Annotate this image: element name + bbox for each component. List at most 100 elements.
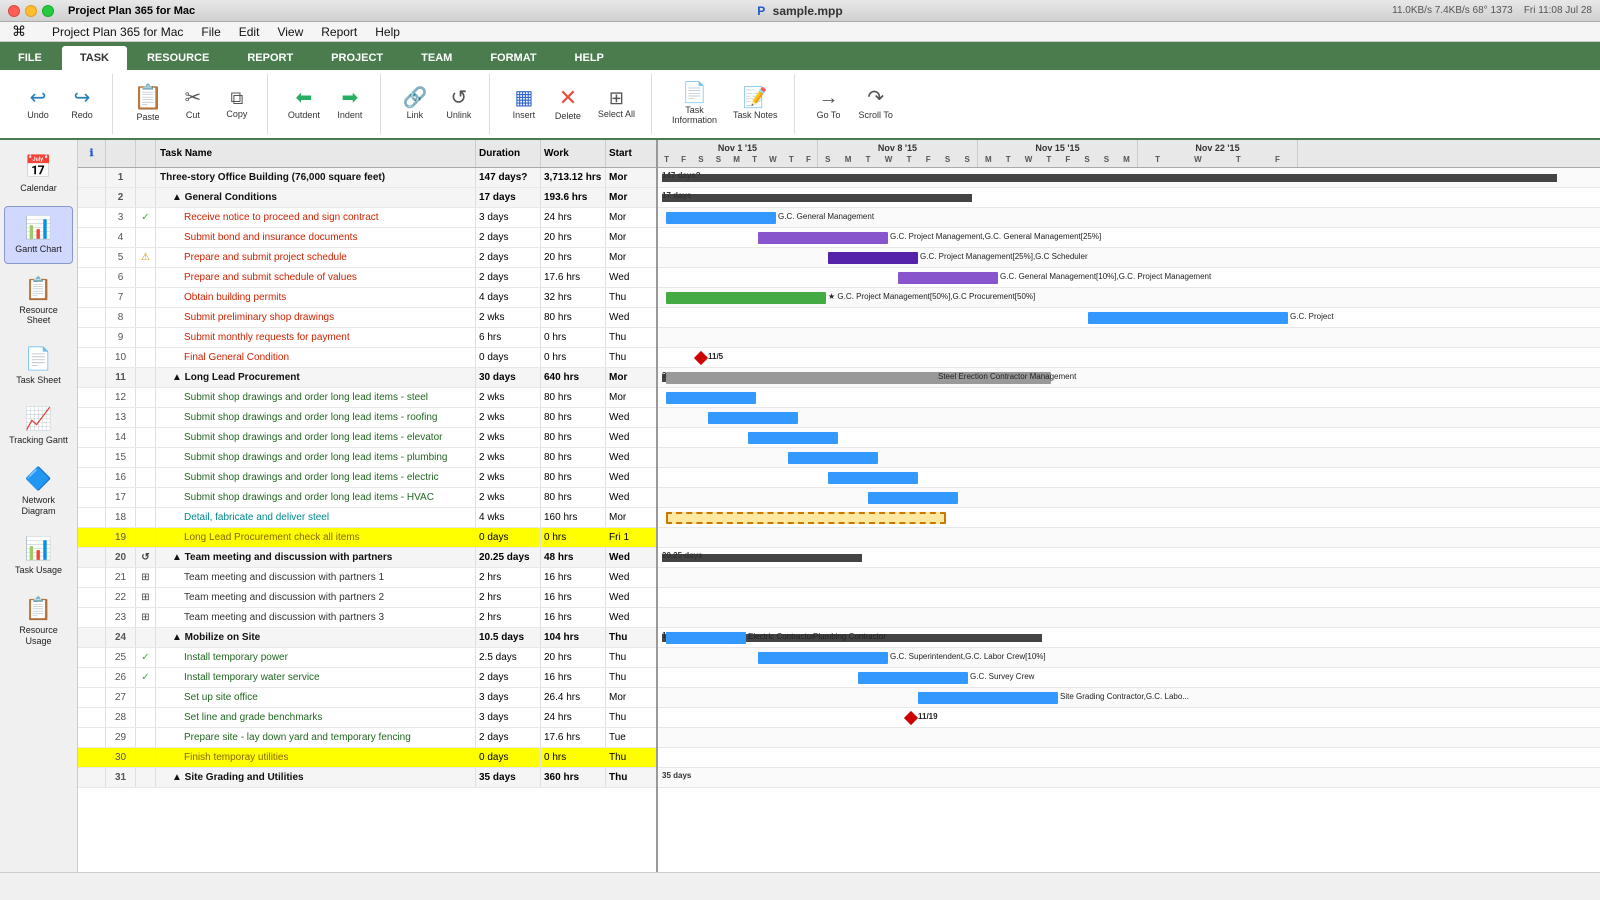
row-task-name[interactable]: Prepare and submit project schedule xyxy=(156,248,476,267)
row-task-name[interactable]: Final General Condition xyxy=(156,348,476,367)
row-task-name[interactable]: Long Lead Procurement check all items xyxy=(156,528,476,547)
row-task-name[interactable]: ▲ Long Lead Procurement xyxy=(156,368,476,387)
row-task-name[interactable]: Submit shop drawings and order long lead… xyxy=(156,448,476,467)
table-row[interactable]: 12 Submit shop drawings and order long l… xyxy=(78,388,656,408)
traffic-lights[interactable] xyxy=(8,5,54,17)
table-row[interactable]: 10 Final General Condition 0 days 0 hrs … xyxy=(78,348,656,368)
go-to-button[interactable]: → Go To xyxy=(807,84,851,124)
table-row[interactable]: 26 ✓ Install temporary water service 2 d… xyxy=(78,668,656,688)
menu-view[interactable]: View xyxy=(269,23,311,41)
tab-help[interactable]: HELP xyxy=(557,46,622,70)
nav-tracking-gantt[interactable]: 📈 Tracking Gantt xyxy=(4,398,73,454)
paste-button[interactable]: 📋 Paste xyxy=(125,82,171,126)
table-row[interactable]: 15 Submit shop drawings and order long l… xyxy=(78,448,656,468)
table-row[interactable]: 25 ✓ Install temporary power 2.5 days 20… xyxy=(78,648,656,668)
row-task-name[interactable]: Team meeting and discussion with partner… xyxy=(156,568,476,587)
row-task-name[interactable]: Submit monthly requests for payment xyxy=(156,328,476,347)
table-row[interactable]: 5 ⚠ Prepare and submit project schedule … xyxy=(78,248,656,268)
undo-button[interactable]: ↩ Undo xyxy=(16,84,60,124)
unlink-button[interactable]: ↺ Unlink xyxy=(437,84,481,124)
scroll-to-button[interactable]: ↷ Scroll To xyxy=(851,84,901,124)
tab-project[interactable]: PROJECT xyxy=(313,46,401,70)
table-row[interactable]: 21 ⊞ Team meeting and discussion with pa… xyxy=(78,568,656,588)
table-row[interactable]: 31 ▲ Site Grading and Utilities 35 days … xyxy=(78,768,656,788)
table-row[interactable]: 27 Set up site office 3 days 26.4 hrs Mo… xyxy=(78,688,656,708)
row-task-name[interactable]: Finish temporay utilities xyxy=(156,748,476,767)
table-row[interactable]: 1 Three-story Office Building (76,000 sq… xyxy=(78,168,656,188)
task-notes-button[interactable]: 📝 Task Notes xyxy=(725,84,786,124)
row-task-name[interactable]: ▲ Team meeting and discussion with partn… xyxy=(156,548,476,567)
nav-task-usage[interactable]: 📊 Task Usage xyxy=(4,528,73,584)
table-row[interactable]: 19 Long Lead Procurement check all items… xyxy=(78,528,656,548)
redo-button[interactable]: ↪ Redo xyxy=(60,84,104,124)
menu-help[interactable]: Help xyxy=(367,23,408,41)
table-row[interactable]: 11 ▲ Long Lead Procurement 30 days 640 h… xyxy=(78,368,656,388)
tab-team[interactable]: TEAM xyxy=(403,46,470,70)
row-task-name[interactable]: Submit shop drawings and order long lead… xyxy=(156,468,476,487)
table-row[interactable]: 16 Submit shop drawings and order long l… xyxy=(78,468,656,488)
row-task-name[interactable]: Obtain building permits xyxy=(156,288,476,307)
row-task-name[interactable]: Three-story Office Building (76,000 squa… xyxy=(156,168,476,187)
row-task-name[interactable]: Detail, fabricate and deliver steel xyxy=(156,508,476,527)
table-row[interactable]: 9 Submit monthly requests for payment 6 … xyxy=(78,328,656,348)
nav-resource-usage[interactable]: 📋 Resource Usage xyxy=(4,588,73,655)
indent-button[interactable]: ➡ Indent xyxy=(328,84,372,124)
row-task-name[interactable]: Submit shop drawings and order long lead… xyxy=(156,428,476,447)
nav-calendar[interactable]: 📅 Calendar xyxy=(4,146,73,202)
apple-menu[interactable]: ⌘ xyxy=(4,21,34,42)
tab-format[interactable]: FORMAT xyxy=(472,46,554,70)
table-row[interactable]: 18 Detail, fabricate and deliver steel 4… xyxy=(78,508,656,528)
row-task-name[interactable]: Install temporary power xyxy=(156,648,476,667)
row-task-name[interactable]: Prepare site - lay down yard and tempora… xyxy=(156,728,476,747)
select-all-button[interactable]: ⊞ Select All xyxy=(590,85,643,123)
menu-app[interactable]: Project Plan 365 for Mac xyxy=(44,23,191,41)
row-task-name[interactable]: Submit bond and insurance documents xyxy=(156,228,476,247)
tab-report[interactable]: REPORT xyxy=(229,46,311,70)
row-task-name[interactable]: ▲ Mobilize on Site xyxy=(156,628,476,647)
row-task-name[interactable]: Team meeting and discussion with partner… xyxy=(156,608,476,627)
row-task-name[interactable]: Submit preliminary shop drawings xyxy=(156,308,476,327)
row-task-name[interactable]: Prepare and submit schedule of values xyxy=(156,268,476,287)
nav-gantt-chart[interactable]: 📊 Gantt Chart xyxy=(4,206,73,264)
table-row[interactable]: 20 ↺ ▲ Team meeting and discussion with … xyxy=(78,548,656,568)
link-button[interactable]: 🔗 Link xyxy=(393,84,437,124)
copy-button[interactable]: ⧉ Copy xyxy=(215,85,259,123)
nav-resource-sheet[interactable]: 📋 Resource Sheet xyxy=(4,268,73,335)
row-task-name[interactable]: Set up site office xyxy=(156,688,476,707)
row-task-name[interactable]: Submit shop drawings and order long lead… xyxy=(156,488,476,507)
insert-button[interactable]: ▦ Insert xyxy=(502,84,546,124)
task-information-button[interactable]: 📄 TaskInformation xyxy=(664,79,725,129)
menu-edit[interactable]: Edit xyxy=(231,23,268,41)
row-task-name[interactable]: Submit shop drawings and order long lead… xyxy=(156,408,476,427)
table-row[interactable]: 17 Submit shop drawings and order long l… xyxy=(78,488,656,508)
maximize-button[interactable] xyxy=(42,5,54,17)
close-button[interactable] xyxy=(8,5,20,17)
menu-file[interactable]: File xyxy=(193,23,228,41)
table-row[interactable]: 4 Submit bond and insurance documents 2 … xyxy=(78,228,656,248)
table-row[interactable]: 29 Prepare site - lay down yard and temp… xyxy=(78,728,656,748)
minimize-button[interactable] xyxy=(25,5,37,17)
table-row[interactable]: 22 ⊞ Team meeting and discussion with pa… xyxy=(78,588,656,608)
table-row[interactable]: 30 Finish temporay utilities 0 days 0 hr… xyxy=(78,748,656,768)
row-task-name[interactable]: Submit shop drawings and order long lead… xyxy=(156,388,476,407)
tab-resource[interactable]: RESOURCE xyxy=(129,46,227,70)
table-row[interactable]: 28 Set line and grade benchmarks 3 days … xyxy=(78,708,656,728)
row-task-name[interactable]: Team meeting and discussion with partner… xyxy=(156,588,476,607)
table-row[interactable]: 23 ⊞ Team meeting and discussion with pa… xyxy=(78,608,656,628)
menu-report[interactable]: Report xyxy=(313,23,365,41)
table-row[interactable]: 8 Submit preliminary shop drawings 2 wks… xyxy=(78,308,656,328)
table-row[interactable]: 2 ▲ General Conditions 17 days 193.6 hrs… xyxy=(78,188,656,208)
table-row[interactable]: 13 Submit shop drawings and order long l… xyxy=(78,408,656,428)
row-task-name[interactable]: ▲ Site Grading and Utilities xyxy=(156,768,476,787)
cut-button[interactable]: ✂ Cut xyxy=(171,84,215,124)
outdent-button[interactable]: ⬅ Outdent xyxy=(280,84,328,124)
tab-file[interactable]: FILE xyxy=(0,46,60,70)
table-row[interactable]: 7 Obtain building permits 4 days 32 hrs … xyxy=(78,288,656,308)
nav-task-sheet[interactable]: 📄 Task Sheet xyxy=(4,338,73,394)
row-task-name[interactable]: Receive notice to proceed and sign contr… xyxy=(156,208,476,227)
tab-task[interactable]: TASK xyxy=(62,46,127,70)
row-task-name[interactable]: ▲ General Conditions xyxy=(156,188,476,207)
delete-button[interactable]: ✕ Delete xyxy=(546,83,590,125)
table-row[interactable]: 14 Submit shop drawings and order long l… xyxy=(78,428,656,448)
row-task-name[interactable]: Set line and grade benchmarks xyxy=(156,708,476,727)
